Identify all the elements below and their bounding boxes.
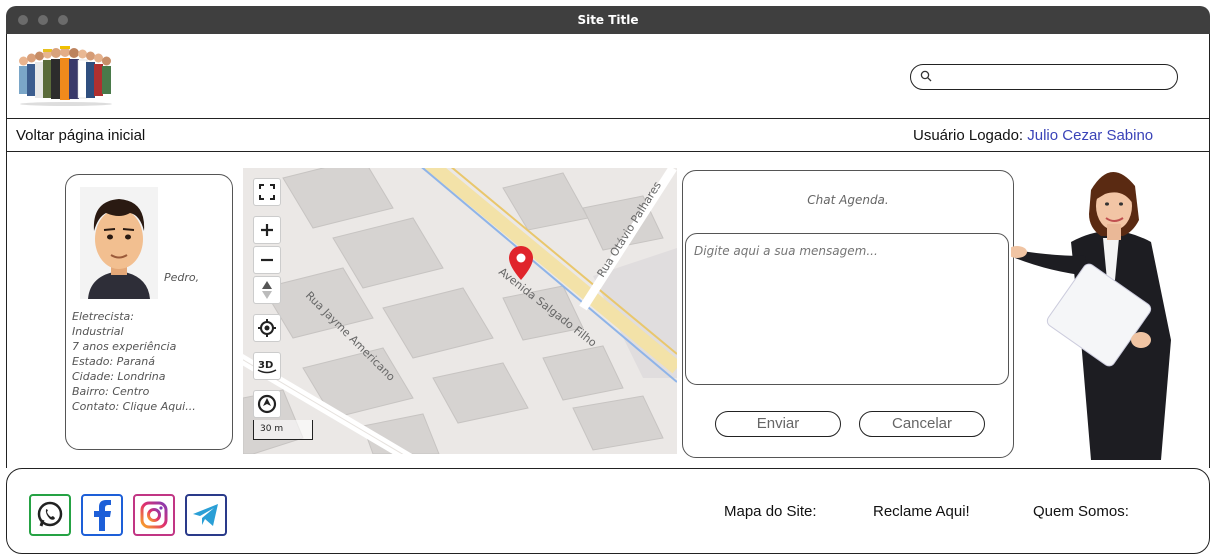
sitemap-link[interactable]: Mapa do Site: [724,503,817,520]
search-input[interactable] [910,64,1178,90]
profile-detail: Industrial [72,325,124,338]
profile-detail: 7 anos experiência [72,340,177,353]
worker-avatar-icon [80,187,158,299]
rotate-icon[interactable] [253,390,281,418]
main-content: Pedro, Eletrecista: Industrial 7 anos ex… [6,152,1210,468]
cancel-button[interactable]: Cancelar [859,411,985,437]
send-button[interactable]: Enviar [715,411,841,437]
locate-icon[interactable] [253,314,281,342]
whatsapp-icon[interactable] [29,494,71,536]
profile-detail: Bairro: Centro [72,385,150,398]
profile-details: Eletrecista: Industrial 7 anos experiênc… [72,309,196,414]
presenter-woman-icon [1011,171,1171,460]
profile-name: Pedro, [164,271,200,284]
title-bar: Site Title [6,6,1210,34]
compass-icon[interactable] [253,276,281,304]
logged-user-label: Usuário Logado: [913,127,1024,144]
logged-user-name[interactable]: Julio Cezar Sabino [1027,127,1153,144]
3d-icon[interactable]: 3D [253,352,281,380]
facebook-icon[interactable] [81,494,123,536]
telegram-icon[interactable] [185,494,227,536]
zoom-out-icon[interactable] [253,246,281,274]
window-title: Site Title [577,13,639,27]
map-tiles: Rua Otávio Palhares Avenida Salgado Filh… [243,168,677,454]
about-us-link[interactable]: Quem Somos: [1033,503,1129,520]
site-footer: Mapa do Site: Reclame Aqui! Quem Somos: [6,468,1210,554]
zoom-in-icon[interactable] [253,216,281,244]
complaint-link[interactable]: Reclame Aqui! [873,503,970,520]
profile-detail: Eletrecista: [72,310,134,323]
profile-contact-link[interactable]: Contato: Clique Aqui... [72,399,196,414]
fullscreen-icon[interactable] [253,178,281,206]
chat-title: Chat Agenda. [807,193,889,207]
chat-message-input[interactable] [685,233,1009,385]
map-view[interactable]: Rua Otávio Palhares Avenida Salgado Filh… [243,168,677,454]
logged-user: Usuário Logado: Julio Cezar Sabino [913,127,1153,144]
map-scale: 30 m [253,420,313,440]
nav-bar: Voltar página inicial Usuário Logado: Ju… [6,118,1210,152]
profile-card: Pedro, Eletrecista: Industrial 7 anos ex… [65,174,233,450]
browser-window: Site Title Voltar página inicial Usuário… [6,6,1210,554]
profile-detail: Estado: Paraná [72,355,155,368]
workers-group-icon[interactable] [17,44,115,106]
search-icon [920,70,932,82]
chat-panel: Chat Agenda. Enviar Cancelar [682,170,1014,458]
profile-detail: Cidade: Londrina [72,370,166,383]
svg-text:3D: 3D [258,360,273,371]
back-home-link[interactable]: Voltar página inicial [16,127,145,144]
instagram-icon[interactable] [133,494,175,536]
site-header [6,34,1210,118]
